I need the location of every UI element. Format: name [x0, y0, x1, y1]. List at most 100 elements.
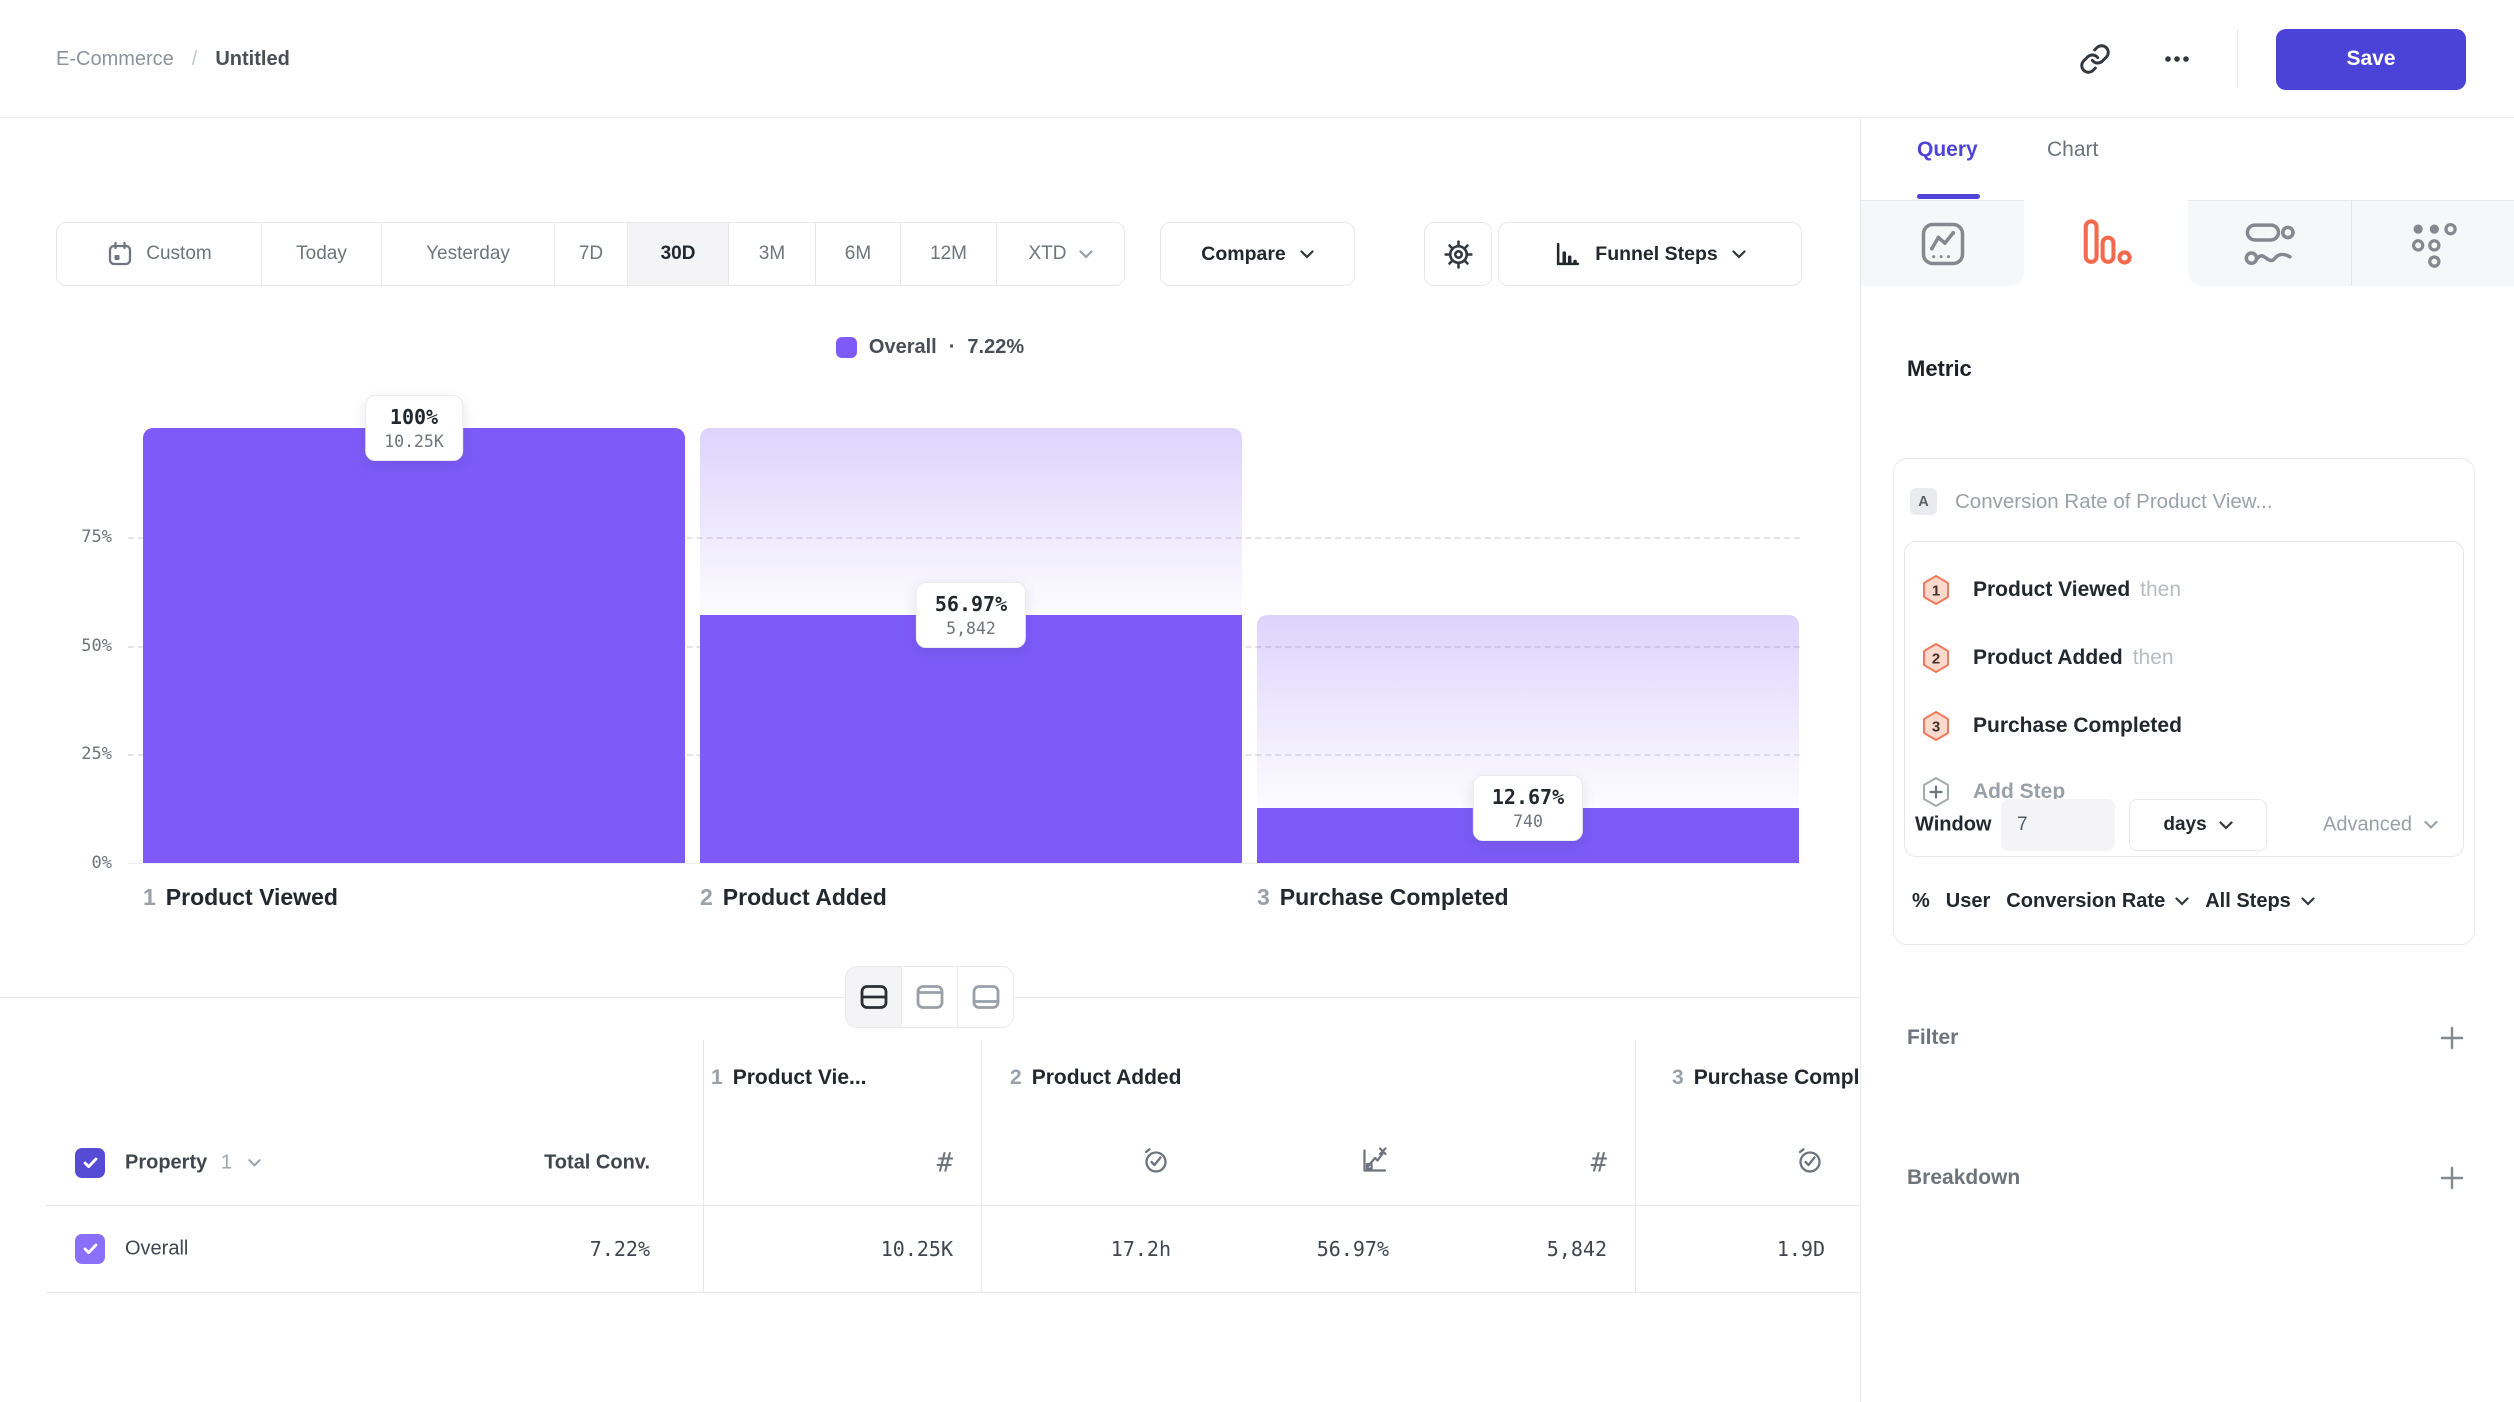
time-to-convert-icon[interactable] — [1051, 1146, 1171, 1181]
check-icon — [83, 1157, 98, 1169]
tooltip-count: 10.25K — [384, 432, 444, 451]
save-button[interactable]: Save — [2276, 29, 2466, 90]
filter-heading: Filter — [1907, 1026, 1958, 1050]
query-step-3[interactable]: 3 Purchase Completed — [1921, 710, 2192, 742]
svg-text:1: 1 — [1932, 583, 1940, 600]
date-range-xtd[interactable]: XTD — [997, 223, 1124, 285]
column-divider — [1635, 1040, 1636, 1292]
breakdown-section: Breakdown — [1907, 1153, 2467, 1203]
step-number-badge: 3 — [1921, 710, 1951, 742]
chevron-down-icon — [2424, 821, 2438, 830]
y-axis-tick: 25% — [28, 744, 112, 764]
step-name: Product Viewed — [166, 884, 338, 910]
plus-icon — [2439, 1165, 2465, 1191]
entity-selector[interactable]: User — [1946, 890, 1990, 913]
conversion-rate-metric-icon[interactable] — [1269, 1146, 1389, 1181]
add-breakdown-button[interactable] — [2437, 1163, 2467, 1193]
x-axis-step-2: 2Product Added — [700, 884, 887, 911]
step-connector: then — [2140, 578, 2181, 601]
group-number: 1 — [711, 1066, 723, 1089]
data-row-border — [46, 1292, 1860, 1293]
group-number: 2 — [1010, 1066, 1022, 1089]
layout-chart-only-button[interactable] — [901, 967, 957, 1027]
metric-card: A Conversion Rate of Product View... 1 P… — [1893, 458, 2475, 945]
svg-text:3: 3 — [1932, 719, 1940, 736]
legend-value: 7.22% — [967, 336, 1024, 359]
funnel-bar-step-3[interactable]: 12.67% 740 — [1257, 428, 1799, 863]
step-name: Product Added — [723, 884, 887, 910]
property-selector[interactable]: Property 1 — [125, 1152, 261, 1175]
measure-selector[interactable]: Conversion Rate — [2006, 890, 2189, 913]
query-step-2[interactable]: 2 Product Addedthen — [1921, 642, 2174, 674]
group-number: 3 — [1672, 1066, 1684, 1089]
chart-settings-button[interactable] — [1424, 222, 1492, 286]
tab-chart[interactable]: Chart — [2047, 138, 2098, 162]
date-range-3m[interactable]: 3M — [729, 223, 816, 285]
date-range-label: 3M — [759, 243, 785, 265]
chart-type-funnel-button[interactable] — [2024, 200, 2187, 286]
advanced-toggle[interactable]: Advanced — [2323, 814, 2438, 837]
chart-legend[interactable]: Overall · 7.22% — [0, 336, 1860, 359]
date-range-7d[interactable]: 7D — [555, 223, 628, 285]
compare-button[interactable]: Compare — [1160, 222, 1355, 286]
breakdown-heading: Breakdown — [1907, 1166, 2020, 1190]
scope-label: All Steps — [2205, 890, 2291, 913]
query-step-1[interactable]: 1 Product Viewed then — [1921, 574, 2181, 606]
funnel-chart: 100% 10.25K 56.97% 5,842 12.67% 740 — [140, 428, 1800, 863]
legend-separator: · — [949, 336, 956, 359]
row-label[interactable]: Overall — [125, 1238, 188, 1261]
metric-title: Conversion Rate of Product View... — [1955, 490, 2273, 514]
y-axis-tick: 75% — [28, 527, 112, 547]
column-group-step-1: 1Product Vie... — [711, 1066, 867, 1090]
share-link-icon[interactable] — [2073, 37, 2117, 81]
funnel-bar-step-2[interactable]: 56.97% 5,842 — [700, 428, 1242, 863]
chevron-down-icon — [2175, 897, 2189, 906]
add-filter-button[interactable] — [2437, 1023, 2467, 1053]
tab-query[interactable]: Query — [1917, 138, 1978, 162]
chart-type-journey-button[interactable] — [2188, 200, 2351, 286]
step-event-name: Product Viewed — [1973, 578, 2130, 601]
bar-solid — [143, 428, 685, 863]
date-range-custom[interactable]: Custom — [57, 223, 262, 285]
funnel-chart-icon — [1554, 241, 1581, 268]
layout-split-button[interactable] — [846, 967, 901, 1027]
time-to-convert-icon[interactable] — [1705, 1146, 1825, 1181]
more-options-icon[interactable] — [2155, 37, 2199, 81]
breadcrumb-current[interactable]: Untitled — [215, 48, 289, 71]
funnel-analysis-page: E-Commerce / Untitled Save — [0, 0, 2514, 1402]
journey-flow-icon — [2242, 217, 2296, 271]
date-range-today[interactable]: Today — [262, 223, 382, 285]
window-value-input[interactable] — [2001, 799, 2115, 851]
property-label: Property — [125, 1152, 207, 1174]
funnel-bar-step-1[interactable]: 100% 10.25K — [143, 428, 685, 863]
select-all-checkbox[interactable] — [75, 1148, 105, 1178]
window-unit-select[interactable]: days — [2129, 799, 2267, 851]
funnel-steps-card: 1 Product Viewed then 2 Product Addedthen… — [1904, 541, 2464, 857]
metric-badge: A — [1910, 488, 1937, 515]
date-range-6m[interactable]: 6M — [816, 223, 901, 285]
scope-selector[interactable]: All Steps — [2205, 890, 2315, 913]
view-type-button[interactable]: Funnel Steps — [1498, 222, 1802, 286]
x-axis-step-1: 1Product Viewed — [143, 884, 338, 911]
date-range-30d[interactable]: 30D — [628, 223, 729, 285]
chart-type-line-button[interactable] — [1861, 200, 2024, 286]
breadcrumb-parent[interactable]: E-Commerce — [56, 48, 174, 71]
date-range-12m[interactable]: 12M — [901, 223, 997, 285]
metric-heading: Metric — [1907, 356, 1972, 382]
metric-summary-row[interactable]: A Conversion Rate of Product View... — [1910, 488, 2273, 515]
header-row-border — [46, 1205, 1860, 1206]
row-checkbox[interactable] — [75, 1234, 105, 1264]
date-range-yesterday[interactable]: Yesterday — [382, 223, 555, 285]
layout-table-only-button[interactable] — [957, 967, 1013, 1027]
count-metric-icon[interactable]: # — [833, 1148, 953, 1179]
column-divider — [703, 1040, 704, 1292]
window-label: Window — [1915, 814, 1991, 837]
date-range-label: Yesterday — [426, 243, 510, 265]
tooltip-percent: 56.97% — [935, 592, 1007, 616]
date-range-label: 12M — [930, 243, 967, 265]
chevron-down-icon — [1079, 250, 1093, 259]
chart-type-grid-button[interactable] — [2351, 200, 2514, 286]
count-metric-icon[interactable]: # — [1487, 1148, 1607, 1179]
check-icon — [83, 1243, 98, 1255]
tooltip-count: 5,842 — [935, 619, 1007, 638]
